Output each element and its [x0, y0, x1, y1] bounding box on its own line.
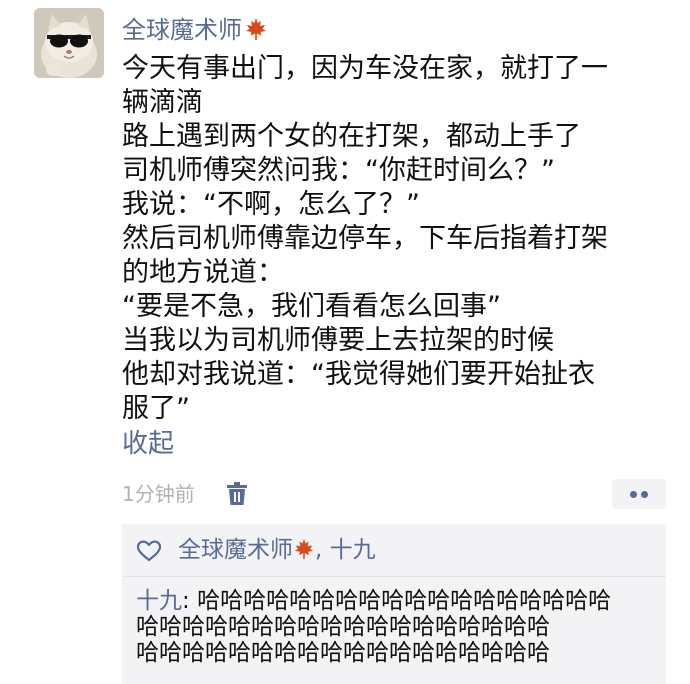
content-line: 的地方说道：: [122, 257, 284, 288]
content-line: 辆滴滴: [122, 87, 203, 118]
content-line: 然后司机师傅靠边停车，下车后指着打架: [122, 223, 608, 254]
likes-comments-panel: 全球魔术师 , 十九 十九: 哈哈哈哈哈哈哈哈哈哈哈哈哈哈哈哈哈哈 哈哈哈哈哈哈哈…: [122, 524, 666, 684]
content-line: 我说：“不啊，怎么了？”: [122, 189, 420, 220]
content-line: 服了”: [122, 393, 190, 424]
likes-names[interactable]: 全球魔术师 , 十九: [178, 534, 376, 569]
content-line: 他却对我说道：“我觉得她们要开始扯衣: [122, 359, 595, 390]
trash-icon[interactable]: [226, 482, 248, 506]
more-dot: [641, 491, 648, 498]
moments-post: 全球魔术师 今天有事出门，因为车没在家，就打了一 辆滴滴 路上遇到两个女的在打架…: [0, 0, 690, 684]
maple-leaf-icon: [293, 537, 315, 569]
panel-divider: [122, 576, 666, 577]
content-line: “要是不急，我们看看怎么回事”: [122, 291, 501, 322]
content-line: 今天有事出门，因为车没在家，就打了一: [122, 53, 608, 84]
comment-item[interactable]: 十九: 哈哈哈哈哈哈哈哈哈哈哈哈哈哈哈哈哈哈 哈哈哈哈哈哈哈哈哈哈哈哈哈哈哈哈哈…: [136, 588, 666, 666]
content-line: 路上遇到两个女的在打架，都动上手了: [122, 121, 581, 152]
cat-avatar-icon: [34, 8, 104, 78]
post-timestamp: 1分钟前: [122, 482, 195, 506]
avatar[interactable]: [34, 8, 104, 78]
liker-name[interactable]: , 十九: [315, 537, 376, 563]
comment-separator: :: [182, 588, 198, 614]
maple-leaf-icon: [244, 15, 268, 51]
more-dot: [630, 491, 637, 498]
commenter-name[interactable]: 十九: [136, 588, 182, 614]
liker-name[interactable]: 全球魔术师: [178, 537, 293, 563]
content-line: 当我以为司机师傅要上去拉架的时候: [122, 325, 554, 356]
content-line: 司机师傅突然问我：“你赶时间么？”: [122, 155, 555, 186]
collapse-link[interactable]: 收起: [122, 426, 174, 462]
more-dots-icon[interactable]: [612, 479, 666, 509]
comment-line: 十九: 哈哈哈哈哈哈哈哈哈哈哈哈哈哈哈哈哈哈: [136, 588, 666, 614]
comment-line: 哈哈哈哈哈哈哈哈哈哈哈哈哈哈哈哈哈哈: [136, 614, 550, 640]
likes-row: 全球魔术师 , 十九: [122, 524, 666, 576]
author-name[interactable]: 全球魔术师: [122, 12, 268, 51]
author-name-text: 全球魔术师: [122, 16, 242, 44]
post-content: 今天有事出门，因为车没在家，就打了一 辆滴滴 路上遇到两个女的在打架，都动上手了…: [122, 52, 662, 426]
heart-icon: [136, 540, 162, 562]
comment-line: 哈哈哈哈哈哈哈哈哈哈哈哈哈哈哈哈哈哈: [136, 640, 550, 666]
comment-text: 哈哈哈哈哈哈哈哈哈哈哈哈哈哈哈哈哈哈: [197, 588, 612, 614]
